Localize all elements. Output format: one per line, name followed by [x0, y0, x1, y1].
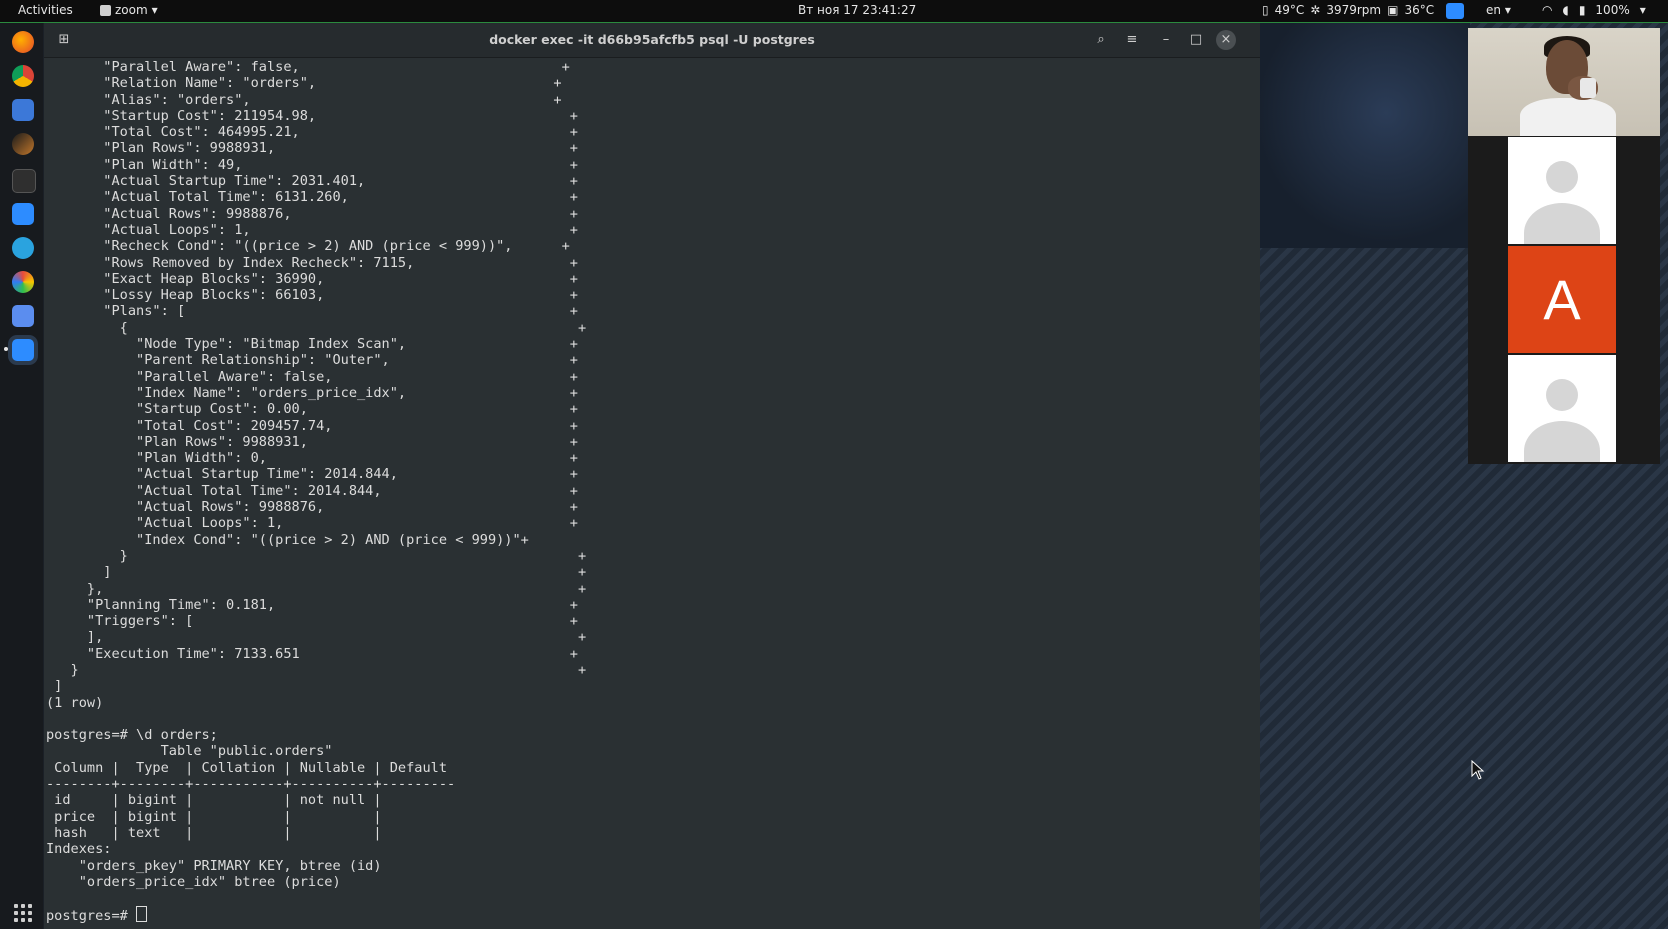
cpu-temp: 49°C [1274, 3, 1305, 17]
text-editor-icon[interactable] [12, 99, 34, 121]
feather-icon[interactable] [12, 133, 34, 155]
battery-icon: ▮ [1578, 3, 1586, 17]
participant-avatar-tile[interactable] [1508, 355, 1616, 462]
avatar-icon [1546, 379, 1578, 411]
battery-level: 100% [1595, 3, 1630, 17]
zoom-participants-panel[interactable]: A [1468, 28, 1660, 464]
participant-video-tile[interactable] [1468, 28, 1660, 136]
language-label: en [1486, 3, 1501, 17]
gpu-icon: ▣ [1387, 3, 1399, 17]
chevron-down-icon: ▾ [1639, 3, 1646, 17]
terminal-icon[interactable] [12, 169, 36, 193]
chrome-icon[interactable] [12, 65, 34, 87]
zoom-tray-icon[interactable] [1446, 3, 1464, 19]
show-applications-icon[interactable] [14, 904, 32, 922]
color-picker-icon[interactable] [12, 271, 34, 293]
thermometer-icon: ▯ [1262, 3, 1269, 17]
volume-icon: ◖ [1562, 3, 1569, 17]
close-icon[interactable]: × [1216, 30, 1236, 50]
fan-icon: ✲ [1310, 3, 1321, 17]
terminal-titlebar[interactable]: ⊞ docker exec -it d66b95afcfb5 psql -U p… [44, 23, 1260, 58]
fan-speed: 3979rpm [1326, 3, 1382, 17]
zoom-app-icon [100, 4, 111, 16]
avatar-icon [1546, 161, 1578, 193]
wifi-icon: ◠ [1542, 3, 1553, 17]
dock [0, 23, 43, 929]
hamburger-menu-icon[interactable]: ≡ [1122, 30, 1142, 50]
terminal-text: "Parallel Aware": false, + "Relation Nam… [46, 59, 587, 890]
top-bar: Activities zoom ▾ Вт ноя 17 23:41:27 ▯ 4… [0, 0, 1668, 23]
text-cursor [136, 906, 148, 923]
zoom-active-icon[interactable] [4, 339, 34, 361]
shell-prompt: postgres=# [46, 908, 137, 925]
maximize-icon[interactable]: □ [1186, 30, 1206, 50]
window-title: docker exec -it d66b95afcfb5 psql -U pos… [489, 32, 815, 47]
app-menu[interactable]: zoom ▾ [100, 3, 158, 17]
participant-initial-tile[interactable]: A [1508, 246, 1616, 353]
wallpaper-sky [1260, 23, 1470, 248]
minimize-icon[interactable]: – [1156, 30, 1176, 50]
activities-button[interactable]: Activities [18, 3, 73, 17]
mouse-pointer-icon [1471, 760, 1485, 780]
clock[interactable]: Вт ноя 17 23:41:27 [798, 3, 916, 17]
gpu-temp: 36°C [1404, 3, 1435, 17]
language-selector[interactable]: en ▾ [1486, 3, 1511, 17]
zoom-icon[interactable] [12, 203, 34, 225]
chevron-down-icon: ▾ [1504, 3, 1511, 17]
search-icon[interactable]: ⌕ [1091, 30, 1111, 50]
terminal-window[interactable]: ⊞ docker exec -it d66b95afcfb5 psql -U p… [44, 23, 1260, 929]
firefox-icon[interactable] [12, 31, 34, 53]
telegram-icon[interactable] [12, 237, 34, 259]
system-tray[interactable]: ◠ ◖ ▮ 100% ▾ [1542, 3, 1646, 17]
chevron-down-icon: ▾ [151, 3, 158, 17]
notes-icon[interactable] [12, 305, 34, 327]
terminal-output[interactable]: "Parallel Aware": false, + "Relation Nam… [46, 59, 1256, 927]
sensors-indicator[interactable]: ▯ 49°C ✲ 3979rpm ▣ 36°C [1262, 3, 1434, 17]
participant-avatar-tile[interactable] [1508, 137, 1616, 244]
app-menu-label: zoom [115, 3, 148, 17]
